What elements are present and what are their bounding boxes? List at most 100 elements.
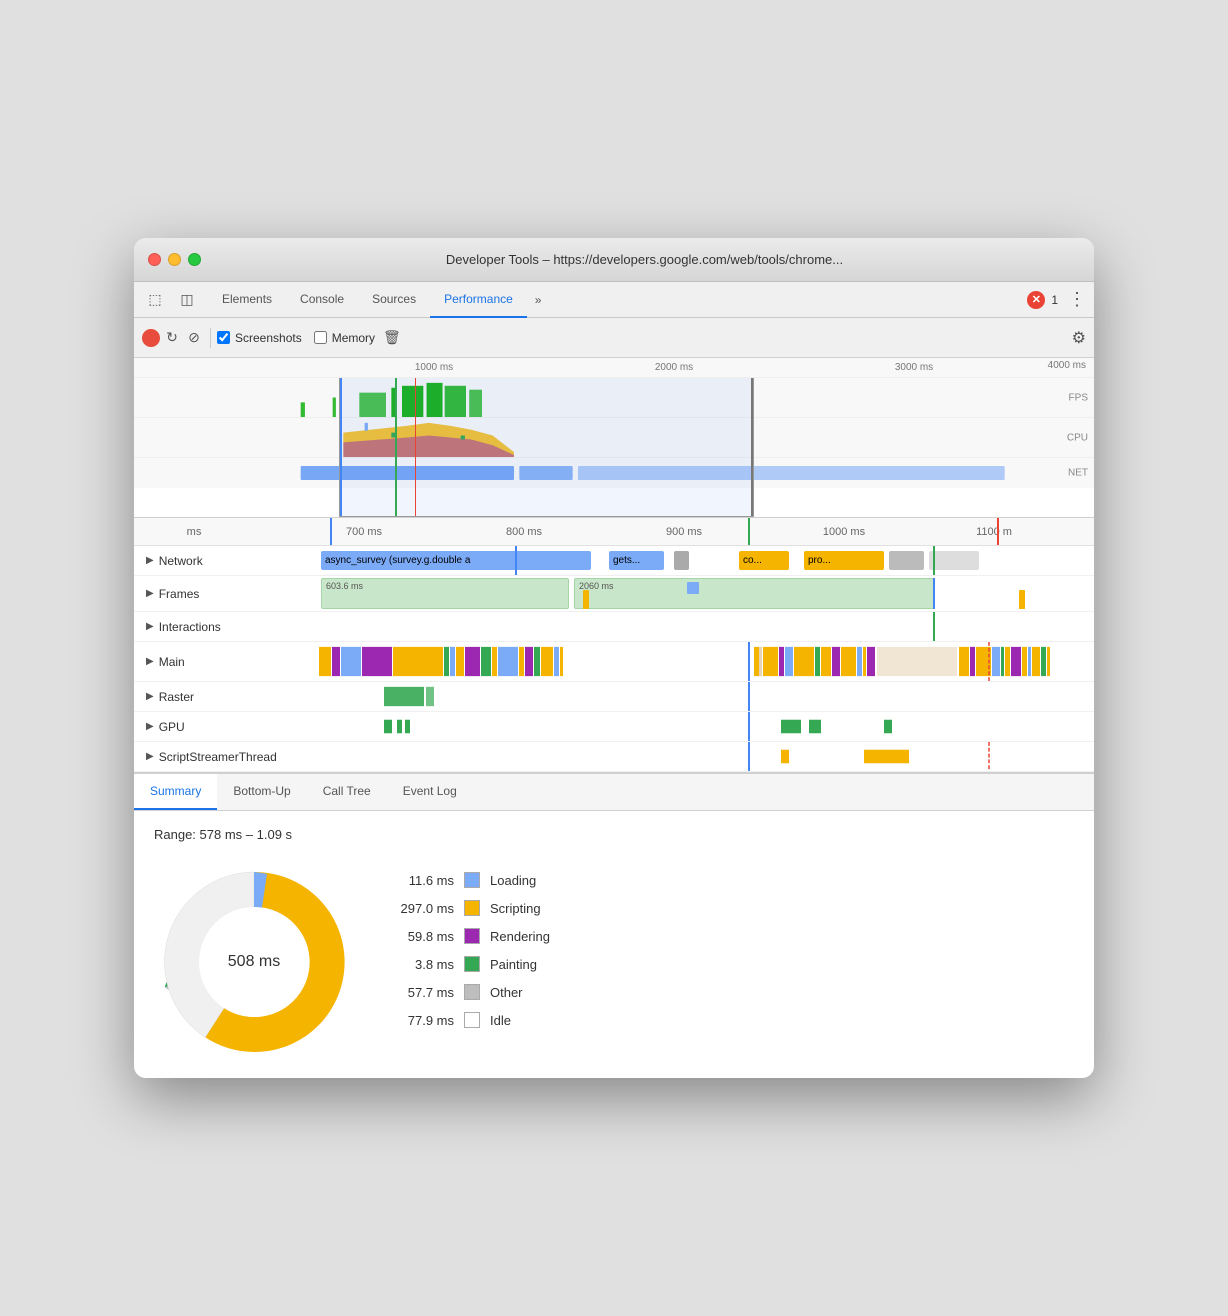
legend-rendering: 59.8 ms Rendering [394, 928, 550, 944]
cursor-icon[interactable]: ⬚ [142, 287, 168, 313]
network-track-content: async_survey (survey.g.double a gets... … [319, 546, 1094, 575]
tab-performance[interactable]: Performance [430, 282, 527, 318]
other-color [464, 984, 480, 1000]
raster-expand-icon[interactable]: ▶ [146, 691, 154, 702]
legend-scripting: 297.0 ms Scripting [394, 900, 550, 916]
rendering-color [464, 928, 480, 944]
time-800: 800 ms [506, 526, 542, 538]
window-title: Developer Tools – https://developers.goo… [209, 252, 1080, 267]
frames-label[interactable]: ▶ Frames [134, 587, 319, 601]
legend-painting: 3.8 ms Painting [394, 956, 550, 972]
network-bar-4: co... [739, 551, 789, 570]
refresh-button[interactable]: ↻ [162, 328, 182, 348]
clear-button[interactable]: ⊘ [184, 328, 204, 348]
main-track-content [319, 642, 1094, 681]
range-text: Range: 578 ms – 1.09 s [154, 827, 1074, 842]
main-expand-icon[interactable]: ▶ [146, 656, 154, 667]
interactions-expand-icon[interactable]: ▶ [146, 621, 154, 632]
tab-more[interactable]: » [527, 293, 550, 307]
frame-bar-1: 603.6 ms [321, 578, 569, 609]
minimize-button[interactable] [168, 253, 181, 266]
network-bar-5: pro... [804, 551, 884, 570]
scripting-color [464, 900, 480, 916]
tab-sources[interactable]: Sources [358, 282, 430, 318]
frame-marker-2 [1019, 590, 1025, 609]
time-1000: 1000 ms [823, 526, 865, 538]
track-frames: ▶ Frames 603.6 ms 2060 ms [134, 576, 1094, 612]
legend-idle: 77.9 ms Idle [394, 1012, 550, 1028]
idle-color [464, 1012, 480, 1028]
legend: 11.6 ms Loading 297.0 ms Scripting 59.8 … [394, 862, 550, 1028]
network-label[interactable]: ▶ Network [134, 554, 319, 568]
track-raster: ▶ Raster [134, 682, 1094, 712]
painting-color [464, 956, 480, 972]
screenshots-checkbox[interactable]: Screenshots [217, 331, 302, 345]
interactions-track-content [319, 612, 1094, 641]
script-streamer-track-content [319, 742, 1094, 771]
gpu-expand-icon[interactable]: ▶ [146, 721, 154, 732]
memory-checkbox[interactable]: Memory [314, 331, 375, 345]
more-options-icon[interactable]: ⋮ [1068, 289, 1086, 310]
tab-bottom-up[interactable]: Bottom-Up [217, 774, 306, 810]
gear-icon[interactable]: ⚙ [1072, 328, 1086, 348]
track-gpu: ▶ GPU [134, 712, 1094, 742]
overview-time-4000: 4000 ms [1048, 360, 1086, 371]
selection-overlay[interactable] [339, 378, 754, 517]
overview-time-2000: 2000 ms [655, 362, 693, 373]
overview-time-1000: 1000 ms [415, 362, 453, 373]
interactions-label[interactable]: ▶ Interactions [134, 620, 319, 634]
network-bar-3 [674, 551, 689, 570]
tab-bar: ⬚ ◫ Elements Console Sources Performance… [134, 282, 1094, 318]
timeline-overview: 4000 ms 1000 ms 2000 ms 3000 ms FPS CPU [134, 358, 1094, 518]
time-ms: ms [187, 526, 202, 538]
tab-elements[interactable]: Elements [208, 282, 286, 318]
gpu-label[interactable]: ▶ GPU [134, 720, 319, 734]
track-script-streamer: ▶ ScriptStreamerThread [134, 742, 1094, 772]
time-900: 900 ms [666, 526, 702, 538]
network-bar-6 [889, 551, 924, 570]
frame-vline-blue [933, 578, 935, 609]
network-expand-icon[interactable]: ▶ [146, 555, 154, 566]
legend-other: 57.7 ms Other [394, 984, 550, 1000]
close-button[interactable] [148, 253, 161, 266]
frames-track-content: 603.6 ms 2060 ms [319, 576, 1094, 611]
record-button[interactable] [142, 329, 160, 347]
main-label[interactable]: ▶ Main [134, 655, 319, 669]
frames-expand-icon[interactable]: ▶ [146, 588, 154, 599]
tab-summary[interactable]: Summary [134, 774, 217, 810]
tab-console[interactable]: Console [286, 282, 358, 318]
network-bar-2: gets... [609, 551, 664, 570]
devtools-window: Developer Tools – https://developers.goo… [134, 238, 1094, 1078]
gpu-track-content [319, 712, 1094, 741]
titlebar: Developer Tools – https://developers.goo… [134, 238, 1094, 282]
overview-time-3000: 3000 ms [895, 362, 933, 373]
raster-label[interactable]: ▶ Raster [134, 690, 319, 704]
performance-toolbar: ↻ ⊘ Screenshots Memory 🗑 ⚙ [134, 318, 1094, 358]
trash-icon[interactable]: 🗑 [383, 329, 401, 346]
raster-track-content [319, 682, 1094, 711]
maximize-button[interactable] [188, 253, 201, 266]
error-badge: ✕ [1027, 291, 1045, 309]
separator [210, 328, 211, 348]
inspect-icon[interactable]: ◫ [174, 287, 200, 313]
script-streamer-expand-icon[interactable]: ▶ [146, 751, 154, 762]
frame-marker-1 [583, 590, 589, 609]
summary-content: Range: 578 ms – 1.09 s [134, 811, 1094, 1078]
time-700: 700 ms [346, 526, 382, 538]
tab-call-tree[interactable]: Call Tree [307, 774, 387, 810]
summary-chart-area: 508 ms 11.6 ms Loading 297.0 ms Scriptin… [154, 862, 1074, 1062]
network-bar-1: async_survey (survey.g.double a [321, 551, 591, 570]
timeline-main: ms 700 ms 800 ms 900 ms 1000 ms 1100 m ▶… [134, 518, 1094, 772]
traffic-lights [148, 253, 201, 266]
track-network: ▶ Network async_survey (survey.g.double … [134, 546, 1094, 576]
bottom-tab-bar: Summary Bottom-Up Call Tree Event Log [134, 774, 1094, 811]
script-streamer-label[interactable]: ▶ ScriptStreamerThread [134, 750, 319, 764]
tab-event-log[interactable]: Event Log [387, 774, 473, 810]
loading-color [464, 872, 480, 888]
track-main: ▶ Main [134, 642, 1094, 682]
donut-chart: 508 ms [154, 862, 354, 1062]
time-1100: 1100 m [976, 526, 1012, 538]
screenshot-marker [687, 582, 699, 594]
legend-loading: 11.6 ms Loading [394, 872, 550, 888]
frame-bar-2: 2060 ms [574, 578, 934, 609]
